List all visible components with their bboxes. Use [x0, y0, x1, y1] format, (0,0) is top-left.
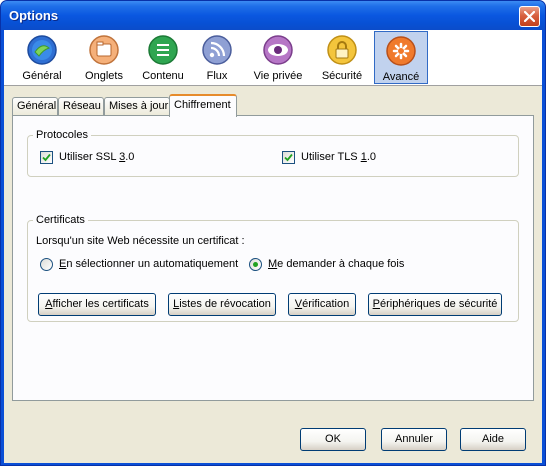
auto-select-radio[interactable] — [40, 258, 53, 271]
security-icon — [327, 35, 357, 65]
ssl-checkbox[interactable] — [40, 151, 53, 164]
check-icon — [42, 153, 51, 162]
certificate-prompt: Lorsqu'un site Web nécessite un certific… — [36, 235, 245, 247]
toolbar-item-label: Sécurité — [321, 70, 363, 82]
toolbar-item-tabs[interactable]: Onglets — [79, 31, 129, 84]
privacy-icon — [263, 35, 293, 65]
help-button[interactable]: Aide — [460, 428, 526, 451]
check-icon — [284, 153, 293, 162]
subtab-network[interactable]: Réseau — [58, 97, 104, 116]
ssl-label[interactable]: Utiliser SSL 3.0 — [59, 151, 134, 163]
certificates-title: Certificats — [33, 214, 88, 226]
window-title: Options — [9, 8, 59, 23]
close-button[interactable] — [519, 6, 540, 27]
subtab-general[interactable]: Général — [12, 97, 58, 116]
toolbar-item-privacy[interactable]: Vie privée — [249, 31, 307, 84]
category-toolbar: Général Onglets Contenu Flux Vie privée … — [4, 30, 542, 86]
advanced-icon — [386, 36, 416, 66]
feeds-icon — [202, 35, 232, 65]
toolbar-item-label: Avancé — [382, 71, 420, 83]
security-devices-button[interactable]: Périphériques de sécurité — [368, 293, 502, 316]
subtab-updates[interactable]: Mises à jour — [104, 97, 170, 116]
subtab-encryption[interactable]: Chiffrement — [169, 94, 237, 117]
tls-label[interactable]: Utiliser TLS 1.0 — [301, 151, 376, 163]
cancel-button[interactable]: Annuler — [381, 428, 447, 451]
title-bar[interactable]: Options — [1, 1, 545, 30]
close-icon — [524, 11, 535, 22]
auto-select-label[interactable]: En sélectionner un automatiquement — [59, 258, 238, 270]
protocols-title: Protocoles — [33, 129, 91, 141]
toolbar-item-label: Onglets — [85, 70, 123, 82]
certificates-group: Certificats Lorsqu'un site Web nécessite… — [27, 214, 519, 322]
toolbar-item-advanced[interactable]: Avancé — [374, 31, 428, 84]
ok-button[interactable]: OK — [300, 428, 366, 451]
toolbar-item-label: Vie privée — [253, 70, 303, 82]
options-window: Options Général Onglets Contenu Flux Vie… — [0, 0, 546, 466]
toolbar-item-label: Flux — [206, 70, 228, 82]
verification-button[interactable]: Vérification — [288, 293, 356, 316]
toolbar-item-label: Contenu — [142, 70, 184, 82]
encryption-panel: Protocoles Utiliser SSL 3.0 Utiliser TLS… — [12, 115, 534, 401]
content-icon — [148, 35, 178, 65]
toolbar-item-label: Général — [22, 70, 62, 82]
view-certificates-button[interactable]: Afficher les certificats — [38, 293, 156, 316]
ask-every-time-radio[interactable] — [249, 258, 262, 271]
toolbar-item-content[interactable]: Contenu — [138, 31, 188, 84]
radio-dot — [253, 262, 258, 267]
dialog-client: Général Onglets Contenu Flux Vie privée … — [4, 30, 542, 463]
toolbar-item-security[interactable]: Sécurité — [316, 31, 368, 84]
ask-every-time-label[interactable]: Me demander à chaque fois — [268, 258, 404, 270]
revocation-lists-button[interactable]: Listes de révocation — [168, 293, 276, 316]
protocols-group: Protocoles Utiliser SSL 3.0 Utiliser TLS… — [27, 129, 519, 177]
tabs-icon — [89, 35, 119, 65]
general-icon — [27, 35, 57, 65]
toolbar-item-feeds[interactable]: Flux — [197, 31, 237, 84]
tls-checkbox[interactable] — [282, 151, 295, 164]
toolbar-item-general[interactable]: Général — [17, 31, 67, 84]
